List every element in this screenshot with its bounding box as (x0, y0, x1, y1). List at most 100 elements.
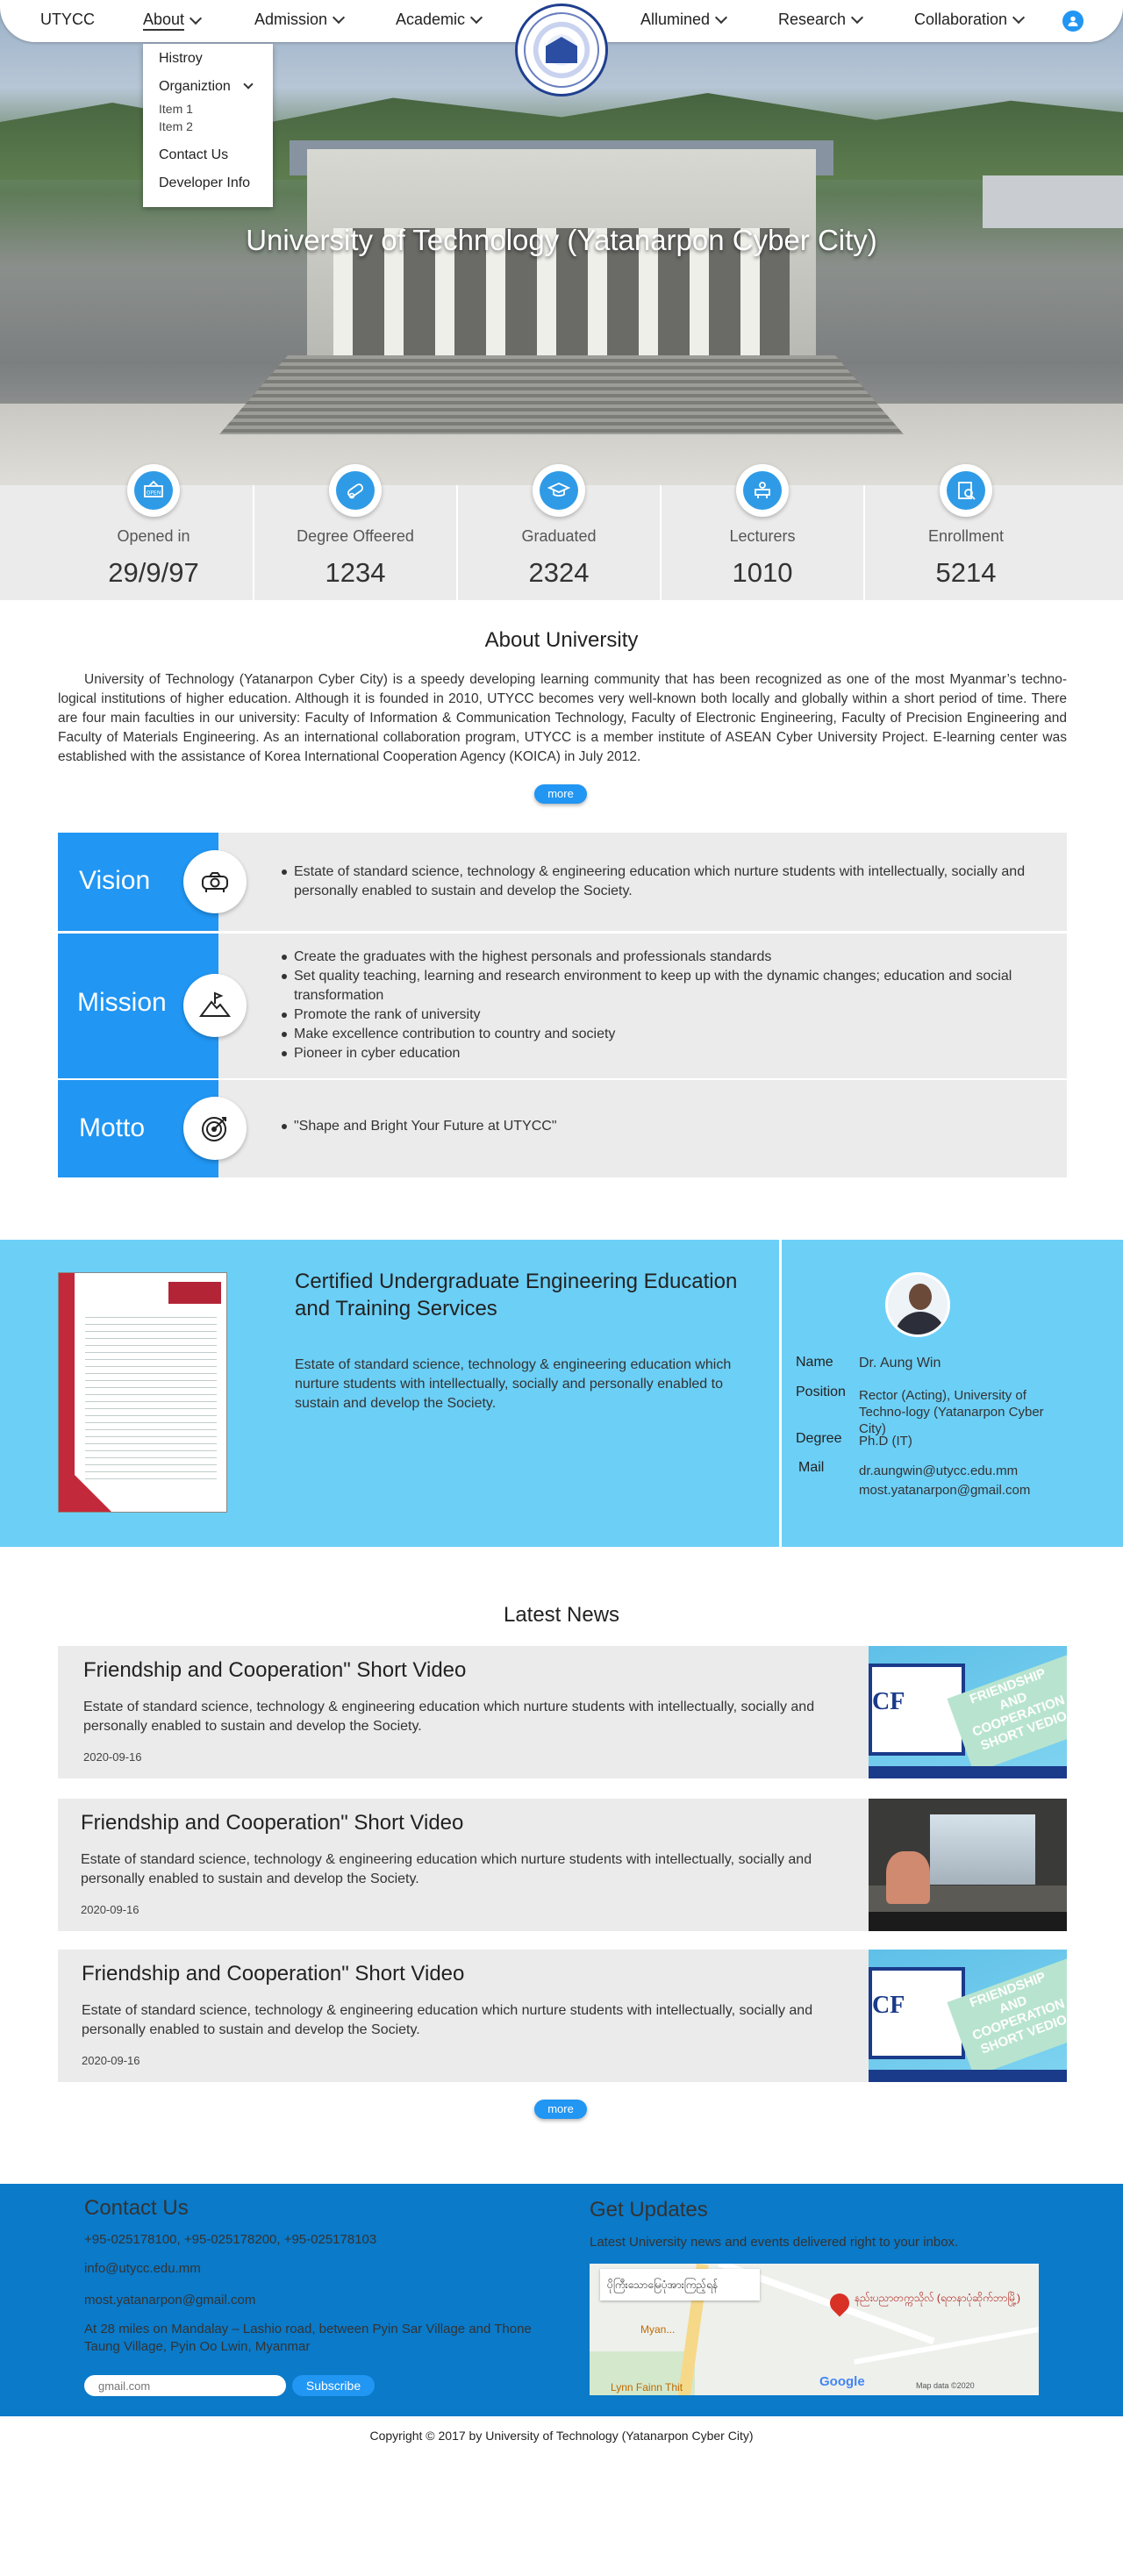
chevron-down-icon (850, 11, 864, 24)
footer-email-2[interactable]: most.yatanarpon@gmail.com (84, 2292, 255, 2309)
news-item-date: 2020-09-16 (81, 1903, 139, 1916)
motto-title: Motto (79, 1113, 146, 1142)
map-poi-label: Myan... (640, 2323, 676, 2336)
dropdown-item-developer[interactable]: Developer Info (159, 175, 250, 191)
nav-item-collaboration[interactable]: Collaboration (914, 11, 1026, 29)
certification-desc: Estate of standard science, technology &… (295, 1357, 732, 1411)
footer-updates-text: Latest University news and events delive… (590, 2235, 959, 2250)
rector-name: Dr. Aung Win (859, 1356, 941, 1370)
user-icon[interactable] (1062, 11, 1084, 32)
rector-avatar (885, 1272, 950, 1337)
rector-mail-1[interactable]: dr.aungwin@utycc.edu.mm (859, 1463, 1018, 1479)
logo-emblem (524, 12, 599, 88)
news-title: Latest News (503, 1603, 620, 1627)
news-item-desc: Estate of standard science, technology &… (83, 1699, 815, 1734)
vision-list: Estate of standard science, technology &… (282, 862, 1036, 901)
news-item-title[interactable]: Friendship and Cooperation" Short Video (83, 1658, 466, 1683)
news-card[interactable]: Friendship and Cooperation" Short Video … (58, 1950, 1067, 2082)
footer-phones: +95-025178100, +95-025178200, +95-025178… (84, 2232, 377, 2247)
rector-name-label: Name (796, 1355, 833, 1370)
lecturer-icon (736, 464, 789, 517)
stat-graduated: Graduated 2324 (458, 464, 660, 600)
open-sign-icon: OPEN (127, 464, 180, 517)
mission-item: Make excellence contribution to country … (282, 1025, 1036, 1044)
news-card[interactable]: Friendship and Cooperation" Short Video … (58, 1646, 1067, 1778)
graduation-cap-icon (533, 464, 585, 517)
enrollment-icon (940, 464, 992, 517)
thumb-cf-logo: CF (872, 1992, 905, 2019)
news-more-button[interactable]: more (534, 2100, 587, 2119)
news-thumbnail[interactable] (869, 1799, 1067, 1931)
nav-item-academic[interactable]: Academic (396, 11, 483, 29)
avatar-body (895, 1312, 946, 1335)
footer-updates-title: Get Updates (590, 2198, 708, 2222)
location-map[interactable]: ပိုကြီးသောမြေပုံအားကြည့်ရန် နည်းပညာတက္ကသ… (590, 2264, 1039, 2395)
about-title: About University (484, 628, 639, 652)
dropdown-item-organiztion[interactable]: Organiztion (159, 79, 254, 95)
projector-icon (183, 850, 247, 913)
about-more-button[interactable]: more (534, 784, 587, 804)
nav-item-about[interactable]: About (143, 11, 203, 31)
news-item-desc: Estate of standard science, technology &… (81, 1852, 812, 1886)
university-logo[interactable] (515, 4, 608, 97)
dropdown-subitem-1[interactable]: Item 1 (159, 102, 193, 116)
map-poi-label: Lynn Fainn Thit (611, 2381, 683, 2394)
chevron-down-icon (189, 11, 203, 25)
rector-mail-label: Mail (798, 1460, 825, 1475)
about-text: University of Technology (Yatanarpon Cyb… (58, 672, 1067, 764)
stat-degree: Degree Offeered 1234 (254, 464, 456, 600)
logo-core (546, 37, 577, 63)
news-item-date: 2020-09-16 (83, 1750, 142, 1764)
vision-title: Vision (79, 866, 151, 895)
nav-item-admission[interactable]: Admission (254, 11, 346, 29)
subscribe-email-input[interactable] (84, 2375, 286, 2396)
subscribe-button[interactable]: Subscribe (292, 2375, 375, 2396)
motto-row: Motto "Shape and Bright Your Future at U… (58, 1080, 1067, 1177)
rector-degree-label: Degree (796, 1431, 842, 1446)
motto-item: "Shape and Bright Your Future at UTYCC" (282, 1117, 1036, 1136)
chevron-down-icon (714, 11, 728, 24)
chevron-down-icon (332, 11, 346, 24)
about-dropdown-menu: Histroy Organiztion Item 1 Item 2 Contac… (143, 44, 273, 207)
mission-row: Mission Create the graduates with the hi… (58, 934, 1067, 1078)
stat-enrollment: Enrollment 5214 (865, 464, 1067, 600)
news-thumbnail[interactable]: CF FRIENDSHIP AND COOPERATION SHORT VEDI… (869, 1646, 1067, 1778)
mission-title: Mission (77, 988, 167, 1017)
hero-side-building (983, 175, 1123, 228)
map-pin-label: နည်းပညာတက္ကသိုလ် (ရတနာပုံဆိုက်ဘာမြို့) (855, 2292, 1020, 2304)
rector-position-label: Position (796, 1385, 846, 1399)
stat-opened: OPEN Opened in 29/9/97 (53, 464, 254, 600)
chevron-down-icon (243, 79, 254, 89)
news-item-title[interactable]: Friendship and Cooperation" Short Video (81, 1811, 463, 1835)
news-item-title[interactable]: Friendship and Cooperation" Short Video (82, 1962, 464, 1986)
hero-steps (219, 355, 904, 434)
footer-email-1[interactable]: info@utycc.edu.mm (84, 2260, 201, 2278)
mountain-flag-icon (183, 974, 247, 1037)
rector-mail-2[interactable]: most.yatanarpon@gmail.com (859, 1482, 1030, 1499)
dropdown-item-histroy[interactable]: Histroy (159, 51, 203, 67)
certification-title: Certified Undergraduate Engineering Educ… (295, 1270, 738, 1320)
news-thumbnail[interactable]: CF FRIENDSHIP AND COOPERATION SHORT VEDI… (869, 1950, 1067, 2082)
news-item-date: 2020-09-16 (82, 2054, 140, 2067)
nav-item-research[interactable]: Research (778, 11, 864, 29)
dropdown-item-contact[interactable]: Contact Us (159, 147, 228, 163)
vision-row: Vision Estate of standard science, techn… (58, 833, 1067, 931)
cert-divider (779, 1240, 782, 1547)
chevron-down-icon (469, 11, 483, 24)
mission-item: Create the graduates with the highest pe… (282, 948, 1036, 967)
mission-item: Set quality teaching, learning and resea… (282, 967, 1036, 1005)
footer-address: At 28 miles on Mandalay – Lashio road, b… (84, 2322, 532, 2354)
map-view-larger-link[interactable]: ပိုကြီးသောမြေပုံအားကြည့်ရန် (600, 2269, 760, 2301)
rector-degree: Ph.D (IT) (859, 1434, 912, 1449)
google-logo: Google (819, 2374, 865, 2389)
map-road (854, 2325, 1039, 2365)
news-card[interactable]: Friendship and Cooperation" Short Video … (58, 1799, 1067, 1931)
stat-lecturers: Lecturers 1010 (662, 464, 863, 600)
nav-brand[interactable]: UTYCC (40, 11, 95, 29)
certificate-image (58, 1272, 227, 1513)
dropdown-subitem-2[interactable]: Item 2 (159, 119, 193, 133)
stats-bar: OPEN Opened in 29/9/97 Degree Offeered 1… (0, 464, 1123, 600)
motto-list: "Shape and Bright Your Future at UTYCC" (282, 1117, 1036, 1136)
news-item-desc: Estate of standard science, technology &… (82, 2003, 813, 2037)
nav-item-allumined[interactable]: Allumined (640, 11, 728, 29)
